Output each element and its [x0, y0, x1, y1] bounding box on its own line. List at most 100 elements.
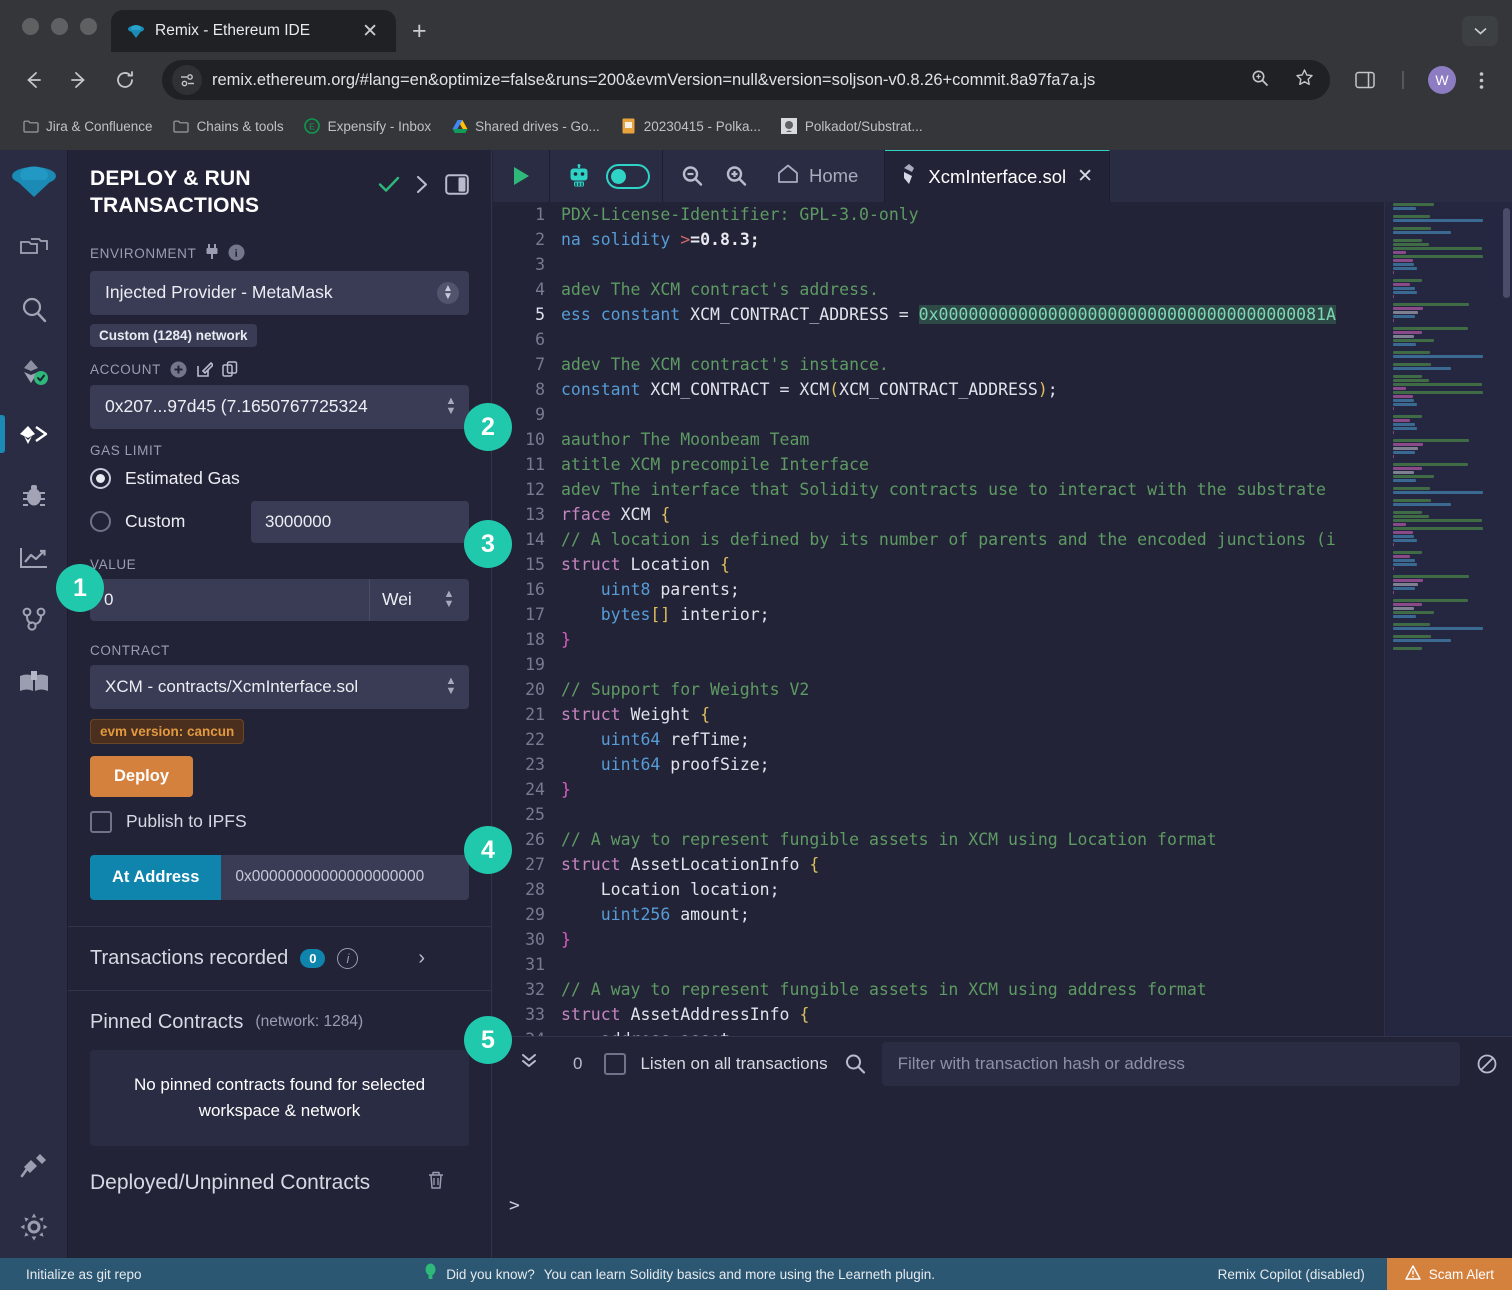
- remix-home-logo-icon[interactable]: [10, 164, 58, 203]
- new-tab-button[interactable]: +: [396, 10, 443, 52]
- environment-select[interactable]: Injected Provider - MetaMask ▲ ▼: [90, 270, 469, 315]
- bookmark-shared-drives[interactable]: Shared drives - Go...: [443, 114, 608, 139]
- code-line[interactable]: 7 adev The XCM contract's instance.: [493, 352, 1512, 377]
- info-icon[interactable]: i: [337, 947, 359, 969]
- chevron-down-icon[interactable]: [1462, 16, 1498, 46]
- sidebar-item-solidity-compiler[interactable]: [0, 341, 68, 403]
- zoom-in-icon[interactable]: [719, 165, 753, 187]
- transactions-recorded-row[interactable]: Transactions recorded 0 i ›: [68, 927, 491, 990]
- bookmark-expensify[interactable]: E Expensify - Inbox: [296, 114, 440, 139]
- scam-alert-button[interactable]: Scam Alert: [1386, 1258, 1512, 1290]
- chevron-updown-icon[interactable]: ▲ ▼: [443, 396, 459, 416]
- code-line[interactable]: 31: [493, 952, 1512, 977]
- custom-gas-radio[interactable]: [90, 511, 111, 533]
- code-line[interactable]: 23 uint64 proofSize;: [493, 752, 1512, 777]
- code-line[interactable]: 2 na solidity >=0.8.3;: [493, 227, 1512, 252]
- code-line[interactable]: 12 adev The interface that Solidity contr…: [493, 477, 1512, 502]
- forward-button[interactable]: [60, 61, 98, 99]
- copy-icon[interactable]: [222, 361, 239, 378]
- code-line[interactable]: 17 bytes[] interior;: [493, 602, 1512, 627]
- estimated-gas-radio[interactable]: [90, 467, 111, 489]
- code-line[interactable]: 11 atitle XCM precompile Interface: [493, 452, 1512, 477]
- code-line[interactable]: 26// A way to represent fungible assets …: [493, 827, 1512, 852]
- value-input[interactable]: 0: [90, 578, 369, 621]
- code-line[interactable]: 32 // A way to represent fungible assets …: [493, 977, 1512, 1002]
- search-with-google-lens-icon[interactable]: [1243, 69, 1277, 92]
- code-line[interactable]: 30}: [493, 927, 1512, 952]
- custom-gas-radio-row[interactable]: Custom 3000000: [90, 500, 469, 543]
- code-line[interactable]: 6: [493, 327, 1512, 352]
- code-content[interactable]: 1 PDX-License-Identifier: GPL-3.0-only 2 na…: [493, 202, 1512, 1036]
- sidebar-item-file-explorer[interactable]: [0, 217, 68, 279]
- sidebar-item-settings[interactable]: [0, 1196, 68, 1258]
- check-icon[interactable]: [378, 176, 400, 198]
- minimize-window-button[interactable]: [51, 17, 68, 35]
- terminal-output[interactable]: >: [493, 1091, 1512, 1259]
- address-bar[interactable]: remix.ethereum.org/#lang=en&optimize=fal…: [162, 60, 1330, 100]
- chevron-right-icon[interactable]: ›: [418, 947, 425, 970]
- code-line[interactable]: 28 Location location;: [493, 877, 1512, 902]
- sidebar-item-search[interactable]: [0, 279, 68, 341]
- sidebar-item-plugin-manager[interactable]: [0, 1134, 68, 1196]
- code-line[interactable]: 9: [493, 402, 1512, 427]
- add-account-icon[interactable]: [170, 361, 187, 378]
- code-line[interactable]: 34 address asset;: [493, 1027, 1512, 1036]
- sidebar-item-debugger[interactable]: [0, 465, 68, 527]
- code-line[interactable]: 27 struct AssetLocationInfo {: [493, 852, 1512, 877]
- editor-file-tab[interactable]: XcmInterface.sol ✕: [885, 150, 1111, 202]
- code-line[interactable]: 5 ess constant XCM_CONTRACT_ADDRESS = 0x0…: [493, 302, 1512, 327]
- bookmark-polkadot-doc[interactable]: 20230415 - Polka...: [612, 114, 769, 139]
- code-line[interactable]: 13 rface XCM {: [493, 502, 1512, 527]
- listen-all-transactions-checkbox[interactable]: [604, 1053, 627, 1075]
- code-line[interactable]: 4 adev The XCM contract's address.: [493, 277, 1512, 302]
- code-line[interactable]: 14// A location is defined by its number…: [493, 527, 1512, 552]
- chevron-updown-icon[interactable]: ▲ ▼: [437, 281, 459, 304]
- code-line[interactable]: 15 struct Location {: [493, 552, 1512, 577]
- avatar[interactable]: W: [1428, 66, 1456, 94]
- browser-tab[interactable]: Remix - Ethereum IDE ✕: [111, 10, 396, 52]
- trash-icon[interactable]: [427, 1170, 445, 1195]
- close-icon[interactable]: ✕: [1077, 165, 1093, 188]
- code-line[interactable]: 29 uint256 amount;: [493, 902, 1512, 927]
- deploy-button[interactable]: Deploy: [90, 755, 194, 797]
- zoom-out-icon[interactable]: [675, 165, 709, 187]
- value-unit-select[interactable]: Wei ▲ ▼: [369, 578, 469, 621]
- back-button[interactable]: [14, 61, 52, 99]
- code-line[interactable]: 19: [493, 652, 1512, 677]
- copilot-toggle[interactable]: [606, 163, 650, 189]
- bookmark-polkadot-substrate[interactable]: Polkadot/Substrat...: [773, 114, 931, 139]
- code-line[interactable]: 16 uint8 parents;: [493, 577, 1512, 602]
- clear-console-icon[interactable]: [1460, 1053, 1498, 1075]
- sidebar-item-learneth[interactable]: [0, 651, 68, 713]
- at-address-input[interactable]: 0x00000000000000000000: [221, 854, 469, 900]
- copilot-status[interactable]: Remix Copilot (disabled): [1218, 1267, 1387, 1282]
- site-settings-icon[interactable]: [172, 65, 202, 95]
- code-line[interactable]: 25: [493, 802, 1512, 827]
- code-line[interactable]: 8 constant XCM_CONTRACT = XCM(XCM_CONTRAC…: [493, 377, 1512, 402]
- info-icon[interactable]: i: [228, 244, 245, 264]
- code-line[interactable]: 1 PDX-License-Identifier: GPL-3.0-only: [493, 202, 1512, 227]
- close-icon[interactable]: ✕: [356, 19, 384, 44]
- chevron-updown-icon[interactable]: ▲ ▼: [443, 676, 459, 696]
- account-select[interactable]: 0x207...97d45 (7.1650767725324 ▲ ▼: [90, 384, 469, 429]
- code-line[interactable]: 21 struct Weight {: [493, 702, 1512, 727]
- code-line[interactable]: 33 struct AssetAddressInfo {: [493, 1002, 1512, 1027]
- run-script-icon[interactable]: [505, 165, 537, 187]
- code-line[interactable]: 10 aauthor The Moonbeam Team: [493, 427, 1512, 452]
- window-controls[interactable]: [16, 0, 111, 52]
- search-icon[interactable]: [828, 1053, 882, 1075]
- bookmark-chains-tools[interactable]: Chains & tools: [165, 114, 292, 139]
- publish-ipfs-row[interactable]: Publish to IPFS: [90, 810, 469, 833]
- bookmark-star-icon[interactable]: [1287, 68, 1322, 92]
- robot-icon[interactable]: [562, 164, 596, 188]
- sidebar-item-deploy-run[interactable]: [0, 403, 68, 465]
- git-init-button[interactable]: Initialize as git repo: [0, 1267, 142, 1282]
- transaction-filter-input[interactable]: Filter with transaction hash or address: [881, 1042, 1460, 1086]
- publish-ipfs-checkbox[interactable]: [90, 810, 112, 833]
- code-line[interactable]: 24}: [493, 777, 1512, 802]
- collapse-terminal-icon[interactable]: [507, 1052, 551, 1076]
- estimated-gas-radio-row[interactable]: Estimated Gas: [90, 467, 469, 489]
- home-tab[interactable]: Home: [763, 164, 872, 189]
- code-line[interactable]: 22 uint64 refTime;: [493, 727, 1512, 752]
- maximize-window-button[interactable]: [80, 17, 97, 35]
